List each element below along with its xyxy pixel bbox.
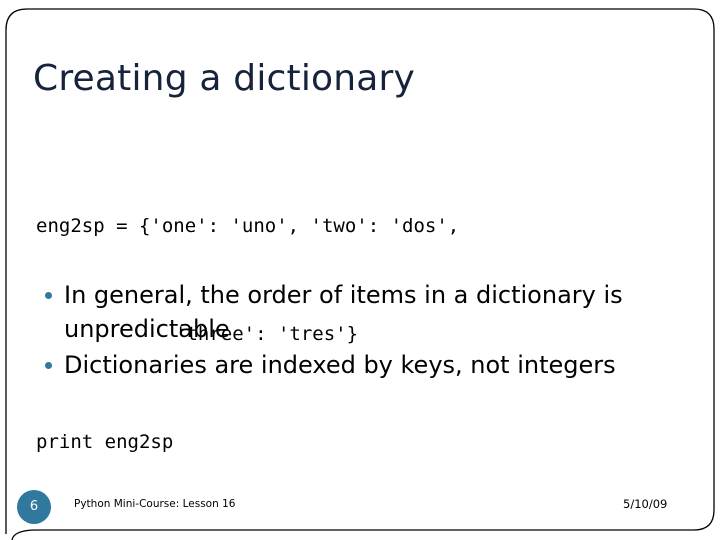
code-line-1: eng2sp = {'one': 'uno', 'two': 'dos', bbox=[36, 215, 460, 237]
slide-number-badge: 6 bbox=[17, 490, 51, 524]
footer-course-label: Python Mini-Course: Lesson 16 bbox=[74, 498, 236, 510]
list-item-text: In general, the order of items in a dict… bbox=[64, 281, 623, 343]
footer-date: 5/10/09 bbox=[623, 497, 668, 511]
slide-canvas: Creating a dictionary eng2sp = {'one': '… bbox=[0, 0, 720, 540]
page-title: Creating a dictionary bbox=[33, 58, 416, 99]
bullet-dot-icon bbox=[45, 292, 52, 299]
bullet-list: In general, the order of items in a dict… bbox=[40, 278, 640, 384]
list-item: Dictionaries are indexed by keys, not in… bbox=[40, 348, 640, 382]
list-item-text: Dictionaries are indexed by keys, not in… bbox=[64, 351, 616, 379]
bullet-dot-icon bbox=[45, 362, 52, 369]
code-line-3: print eng2sp bbox=[36, 431, 174, 453]
list-item: In general, the order of items in a dict… bbox=[40, 278, 640, 346]
